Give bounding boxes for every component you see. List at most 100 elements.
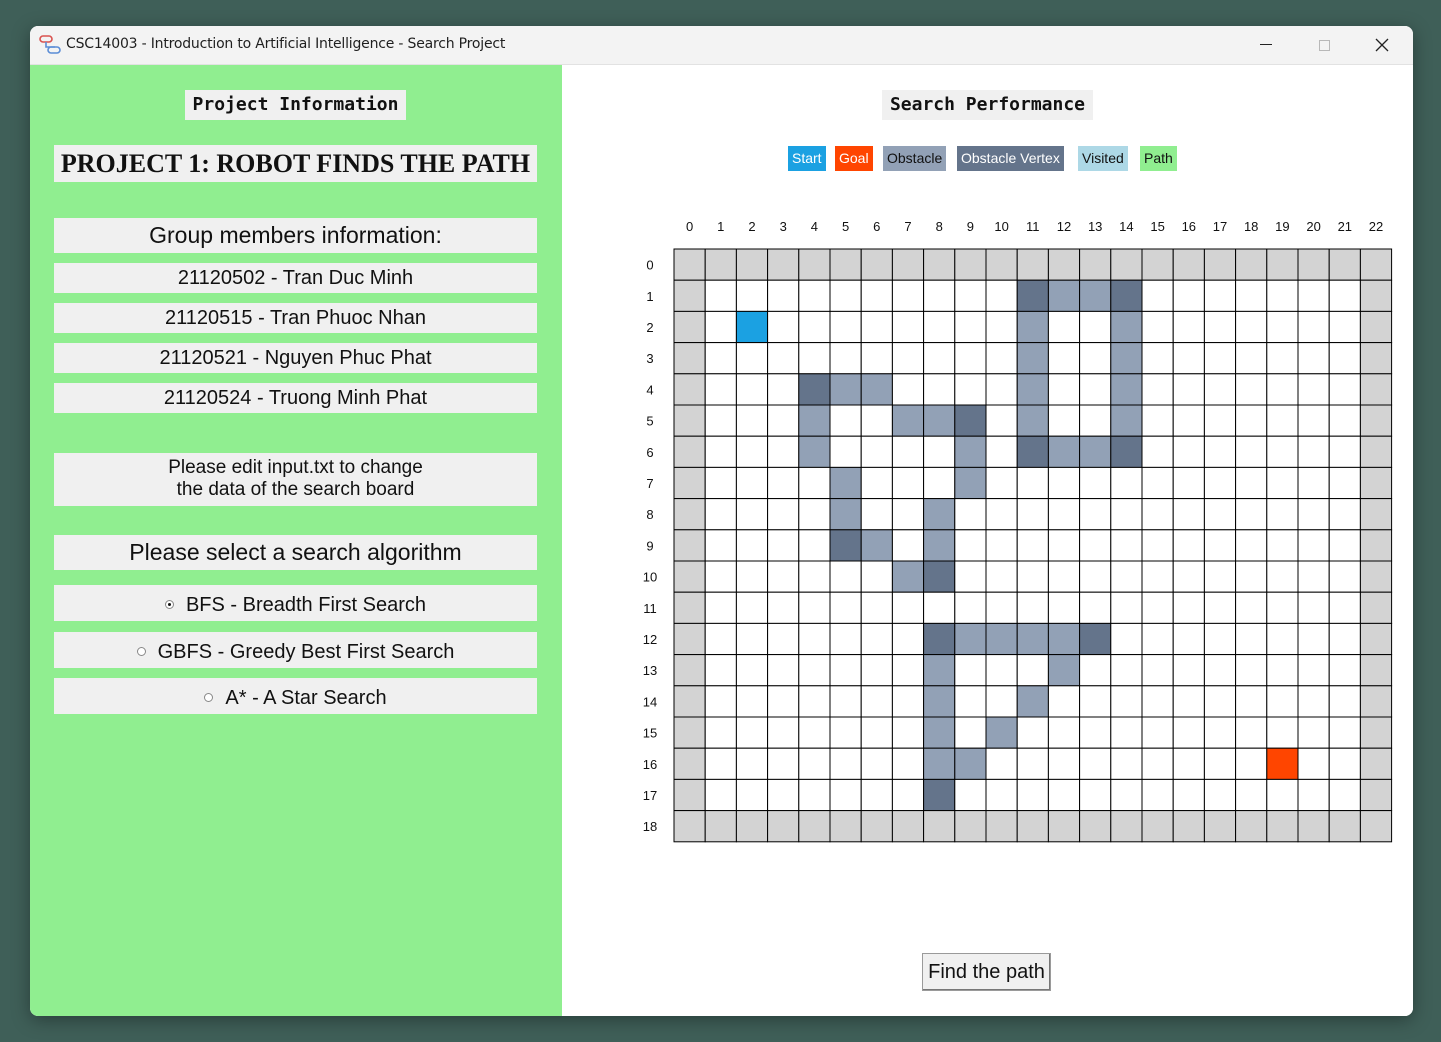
board-cell-border xyxy=(673,622,706,656)
board-cell-border xyxy=(735,810,769,843)
x-axis-label: 15 xyxy=(1150,219,1164,234)
x-axis-label: 3 xyxy=(780,219,787,234)
board-cell-empty xyxy=(1047,747,1081,780)
board-cell-empty xyxy=(891,778,925,812)
board-cell-empty xyxy=(985,560,1018,593)
board-cell-empty xyxy=(1172,342,1205,375)
board-cell-empty xyxy=(1172,279,1205,312)
board-cell-border xyxy=(1359,404,1393,437)
board-cell-empty xyxy=(1141,716,1174,749)
board-cell-empty xyxy=(1079,778,1112,812)
maximize-button[interactable] xyxy=(1295,26,1353,64)
board-cell-empty xyxy=(1110,466,1143,500)
board-cell-empty xyxy=(1172,404,1205,437)
board-cell-empty xyxy=(1172,591,1205,624)
find-path-button[interactable]: Find the path xyxy=(922,953,1051,991)
board-cell-empty xyxy=(1141,529,1174,562)
board-cell-empty xyxy=(798,654,831,687)
board-cell-empty xyxy=(1110,716,1143,749)
board-cell-obstacle xyxy=(1079,435,1112,468)
minimize-button[interactable] xyxy=(1237,26,1295,64)
board-cell-border xyxy=(1266,248,1299,281)
board-cell-empty xyxy=(1328,747,1361,780)
board-cell-border xyxy=(704,248,737,281)
x-axis-label: 8 xyxy=(936,219,943,234)
board-cell-border xyxy=(673,716,706,749)
board-cell-obstacle xyxy=(1016,404,1049,437)
board-cell-border xyxy=(673,498,706,531)
board-cell-empty xyxy=(1328,622,1361,656)
board-cell-vertex xyxy=(1079,622,1112,656)
board-cell-empty xyxy=(798,778,831,812)
x-axis-label: 17 xyxy=(1213,219,1227,234)
board-cell-vertex xyxy=(954,404,987,437)
board-cell-empty xyxy=(1266,373,1299,406)
radio-indicator[interactable] xyxy=(136,647,146,656)
board-cell-empty xyxy=(954,373,987,406)
legend-path: Path xyxy=(1140,146,1177,171)
board-cell-empty xyxy=(1235,498,1268,531)
board-cell-empty xyxy=(1297,373,1330,406)
board-cell-empty xyxy=(704,716,737,749)
board-cell-empty xyxy=(1079,685,1112,718)
board-cell-border xyxy=(767,248,800,281)
radio-indicator[interactable] xyxy=(204,693,214,702)
board-cell-empty xyxy=(767,654,800,687)
board-cell-empty xyxy=(1172,373,1205,406)
board-cell-empty xyxy=(860,279,893,312)
board-cell-empty xyxy=(860,591,893,624)
radio-bfs[interactable]: BFS - Breadth First Search xyxy=(54,585,537,621)
legend-obstacle-vertex: Obstacle Vertex xyxy=(957,146,1064,171)
board-cell-empty xyxy=(1110,747,1143,780)
board-cell-obstacle xyxy=(1016,685,1049,718)
board-cell-empty xyxy=(860,310,893,344)
radio-astar[interactable]: A* - A Star Search xyxy=(54,678,537,714)
project-info-title: Project Information xyxy=(185,90,406,120)
board-cell-empty xyxy=(1110,654,1143,687)
radio-gbfs[interactable]: GBFS - Greedy Best First Search xyxy=(54,632,537,668)
y-axis-label: 3 xyxy=(646,351,653,366)
board-cell-border xyxy=(704,810,737,843)
board-cell-empty xyxy=(798,498,831,531)
board-cell-empty xyxy=(1079,310,1112,344)
y-axis-label: 15 xyxy=(643,726,657,741)
radio-indicator[interactable] xyxy=(164,600,174,609)
x-axis-label: 21 xyxy=(1338,219,1352,234)
board-cell-empty xyxy=(1235,404,1268,437)
board-cell-empty xyxy=(1141,685,1174,718)
board-cell-empty xyxy=(798,591,831,624)
board-cell-empty xyxy=(1235,716,1268,749)
board-cell-empty xyxy=(954,529,987,562)
board-cell-empty xyxy=(954,560,987,593)
board-cell-empty xyxy=(1172,529,1205,562)
board-cell-border xyxy=(985,248,1018,281)
board-cell-empty xyxy=(860,435,893,468)
board-cell-empty xyxy=(1203,716,1237,749)
board-cell-empty xyxy=(798,747,831,780)
board-cell-empty xyxy=(1110,529,1143,562)
board-cell-empty xyxy=(1110,622,1143,656)
board-cell-empty xyxy=(923,310,956,344)
board-cell-empty xyxy=(1328,279,1361,312)
board-cell-empty xyxy=(1297,404,1330,437)
board-cell-empty xyxy=(1297,716,1330,749)
board-cell-border xyxy=(1079,810,1112,843)
board-cell-empty xyxy=(767,560,800,593)
board-cell-border xyxy=(1172,810,1205,843)
board-cell-border xyxy=(1359,498,1393,531)
board-cell-empty xyxy=(985,373,1018,406)
y-axis-label: 2 xyxy=(646,320,653,335)
x-axis-label: 19 xyxy=(1275,219,1289,234)
board-cell-empty xyxy=(767,466,800,500)
board-cell-empty xyxy=(704,404,737,437)
board-cell-obstacle xyxy=(923,498,956,531)
board-cell-empty xyxy=(1297,560,1330,593)
close-button[interactable] xyxy=(1353,26,1411,64)
board-cell-border xyxy=(1359,529,1393,562)
board-cell-empty xyxy=(1079,591,1112,624)
x-axis-label: 9 xyxy=(967,219,974,234)
board-cell-empty xyxy=(704,435,737,468)
board-cell-empty xyxy=(1266,435,1299,468)
members-header: Group members information: xyxy=(54,218,537,253)
board-cell-empty xyxy=(1235,685,1268,718)
